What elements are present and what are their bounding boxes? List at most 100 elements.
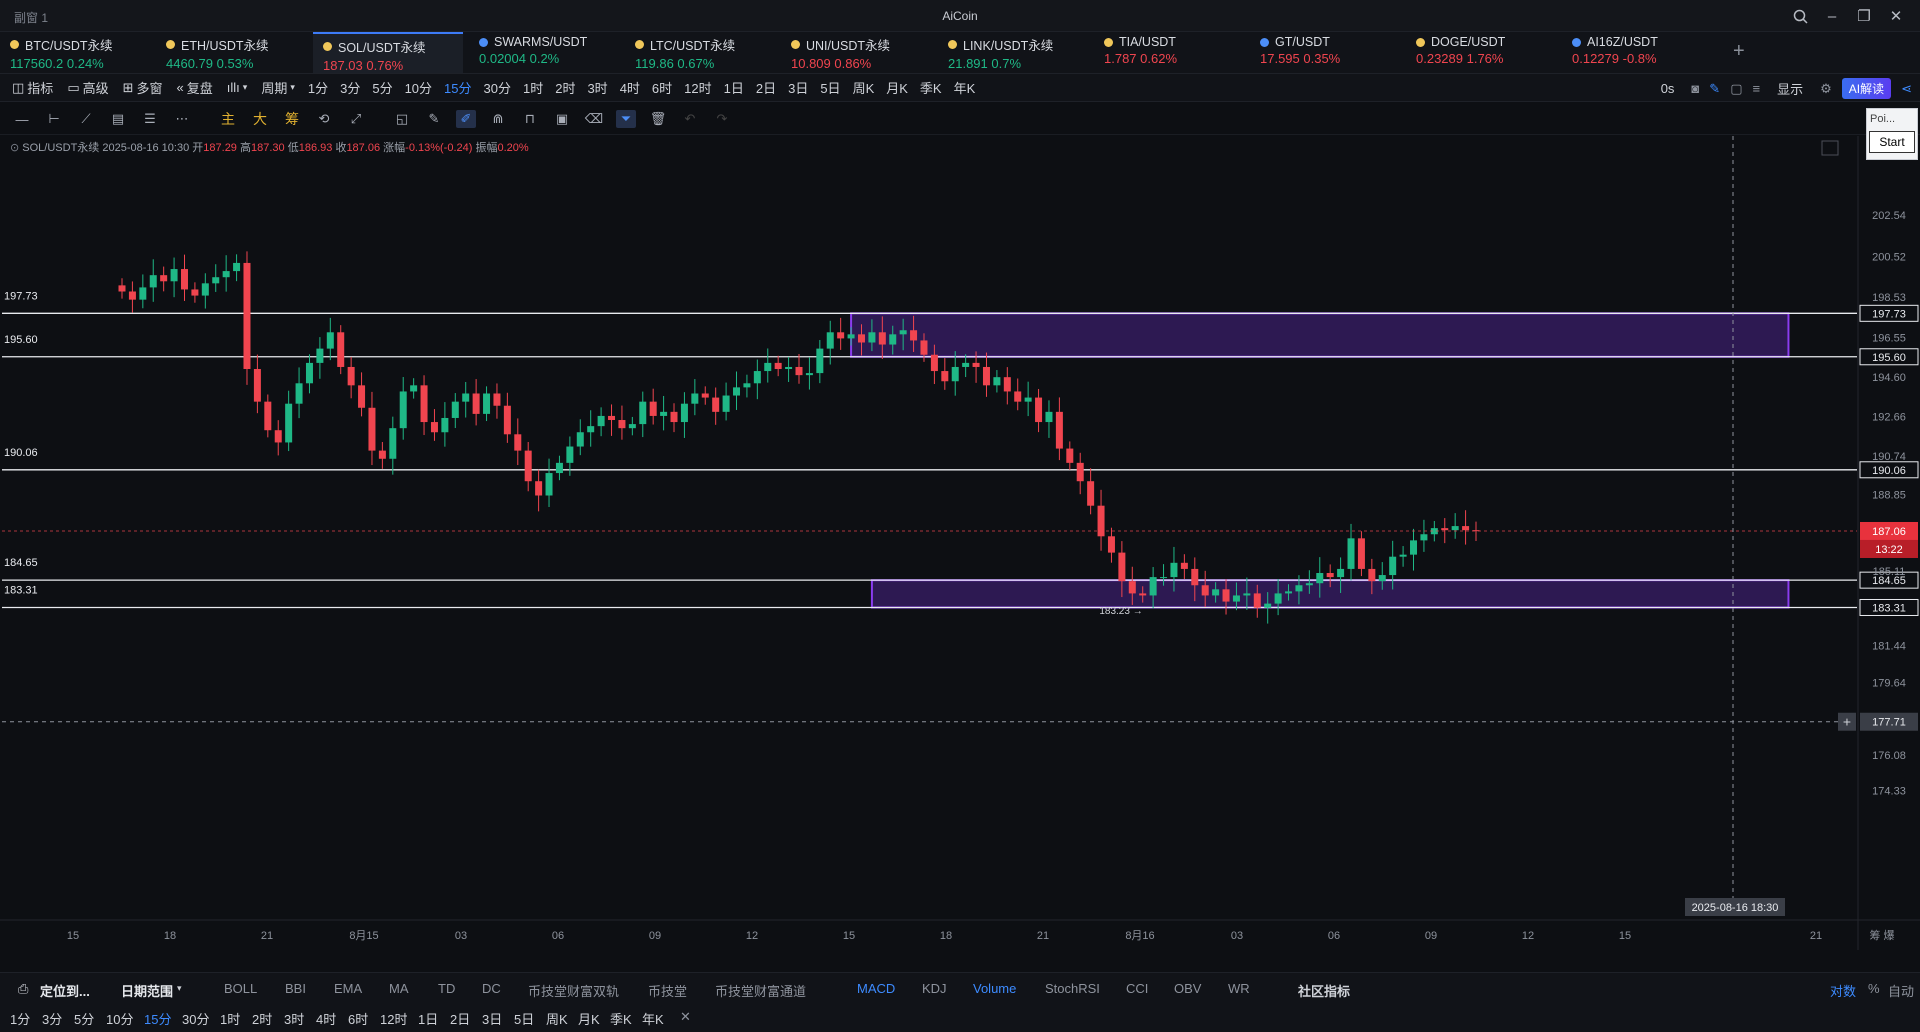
interval-6[interactable]: 1时 bbox=[517, 78, 549, 97]
interval-4[interactable]: 15分 bbox=[438, 78, 477, 97]
layout-icon[interactable]: ▢ bbox=[1730, 81, 1742, 97]
add-tab-icon[interactable]: + bbox=[1733, 40, 1745, 63]
interval-3[interactable]: 10分 bbox=[399, 78, 438, 97]
indicator-3[interactable]: MA bbox=[389, 981, 409, 996]
interval-11[interactable]: 12时 bbox=[678, 78, 717, 97]
scale-option-2[interactable]: 自动 bbox=[1888, 981, 1914, 1000]
ticker-tab[interactable]: SOL/USDT永续 187.03 0.76% bbox=[313, 32, 463, 73]
ticker-tab[interactable]: GT/USDT 17.595 0.35% bbox=[1250, 32, 1400, 73]
horizontal-line-icon[interactable]: — bbox=[12, 110, 32, 128]
interval-12[interactable]: 1日 bbox=[718, 78, 750, 97]
bottom-interval-4[interactable]: 15分 bbox=[144, 1009, 171, 1028]
bottom-interval-15[interactable]: 5日 bbox=[514, 1009, 534, 1028]
bottom-interval-3[interactable]: 10分 bbox=[106, 1009, 133, 1028]
interval-1[interactable]: 3分 bbox=[334, 78, 366, 97]
indicator-8[interactable]: 币技堂财富通道 bbox=[715, 981, 806, 1000]
sub-indicator-1[interactable]: KDJ bbox=[922, 981, 947, 996]
magnet-icon[interactable]: ⋒ bbox=[488, 110, 508, 128]
indicator-5[interactable]: DC bbox=[482, 981, 501, 996]
close-icon[interactable]: ✕ bbox=[1880, 4, 1912, 28]
chip-icon[interactable]: 筹 bbox=[282, 110, 302, 128]
interval-0[interactable]: 1分 bbox=[302, 78, 334, 97]
trash-icon[interactable]: 🗑 bbox=[648, 110, 668, 128]
delay-label[interactable]: 0s bbox=[1654, 81, 1682, 96]
sub-indicator-0[interactable]: MACD bbox=[857, 981, 895, 996]
bottom-interval-2[interactable]: 5分 bbox=[74, 1009, 94, 1028]
trend-line-icon[interactable]: ⟋ bbox=[76, 110, 96, 128]
bottom-interval-16[interactable]: 周K bbox=[546, 1009, 568, 1028]
bottom-interval-8[interactable]: 3时 bbox=[284, 1009, 304, 1028]
sub-indicator-6[interactable]: WR bbox=[1228, 981, 1250, 996]
fib-lines-icon[interactable]: ☰ bbox=[140, 110, 160, 128]
minimize-icon[interactable]: – bbox=[1816, 4, 1848, 28]
interval-16[interactable]: 周K bbox=[847, 78, 881, 97]
locate-button[interactable]: 定位到... bbox=[40, 981, 90, 1000]
undo-icon[interactable]: ↶ bbox=[680, 110, 700, 128]
horizontal-ray-icon[interactable]: ⊢ bbox=[44, 110, 64, 128]
ai-interpret-button[interactable]: AI解读 bbox=[1841, 78, 1892, 99]
list-icon[interactable]: ≡ bbox=[1752, 81, 1760, 96]
indicator-6[interactable]: 币技堂财富双轨 bbox=[528, 981, 619, 1000]
sub-indicator-5[interactable]: OBV bbox=[1174, 981, 1201, 996]
bottom-interval-11[interactable]: 12时 bbox=[380, 1009, 407, 1028]
interval-8[interactable]: 3时 bbox=[581, 78, 613, 97]
restore-icon[interactable]: ❐ bbox=[1848, 4, 1880, 28]
lock-icon[interactable]: ⊓ bbox=[520, 110, 540, 128]
sub-indicator-3[interactable]: StochRSI bbox=[1045, 981, 1100, 996]
indicator-0[interactable]: BOLL bbox=[224, 981, 257, 996]
collapse-icon[interactable]: ⊙ bbox=[10, 142, 19, 154]
interval-18[interactable]: 季K bbox=[914, 78, 948, 97]
channel-icon[interactable]: ▤ bbox=[108, 110, 128, 128]
sub-indicator-4[interactable]: CCI bbox=[1126, 981, 1148, 996]
indicator-button[interactable]: ◫ 指标 bbox=[0, 78, 60, 97]
bottom-interval-7[interactable]: 2时 bbox=[252, 1009, 272, 1028]
ticker-tab[interactable]: TIA/USDT 1.787 0.62% bbox=[1094, 32, 1244, 73]
share-icon[interactable]: ⋖ bbox=[1901, 81, 1912, 97]
bottom-interval-10[interactable]: 6时 bbox=[348, 1009, 368, 1028]
bottom-interval-14[interactable]: 3日 bbox=[482, 1009, 502, 1028]
interval-15[interactable]: 5日 bbox=[814, 78, 846, 97]
indicator-2[interactable]: EMA bbox=[334, 981, 362, 996]
brush-icon[interactable]: ✐ bbox=[456, 110, 476, 128]
interval-13[interactable]: 2日 bbox=[750, 78, 782, 97]
period-dropdown[interactable]: 周期 ▾ bbox=[254, 78, 302, 97]
indicator-1[interactable]: BBI bbox=[285, 981, 306, 996]
rectangle-icon[interactable]: ◱ bbox=[392, 110, 412, 128]
display-button[interactable]: 显示 bbox=[1770, 79, 1810, 98]
bottom-interval-9[interactable]: 4时 bbox=[316, 1009, 336, 1028]
price-chart[interactable]: 197.73 197.73 195.60 195.60 190.06 190.06 184.… bbox=[0, 136, 1920, 950]
sub-indicator-7[interactable]: 社区指标 bbox=[1298, 981, 1350, 1000]
bottom-interval-19[interactable]: 年K bbox=[642, 1009, 664, 1028]
candlestick-chart-svg[interactable]: 197.73 197.73 195.60 195.60 190.06 190.06 184.… bbox=[0, 136, 1920, 950]
big-order-icon[interactable]: 大 bbox=[250, 110, 270, 128]
chart-type-button[interactable]: ıllı ▾ bbox=[220, 80, 255, 95]
scale-option-0[interactable]: 对数 bbox=[1830, 981, 1856, 1000]
pen-icon[interactable]: ✎ bbox=[424, 110, 444, 128]
locate-icon[interactable]: ⎙ bbox=[18, 981, 28, 997]
settings-icon[interactable]: ⚙ bbox=[1820, 81, 1832, 97]
replay-tool-icon[interactable]: ⟲ bbox=[314, 110, 334, 128]
bottom-interval-13[interactable]: 2日 bbox=[450, 1009, 470, 1028]
interval-19[interactable]: 年K bbox=[948, 78, 982, 97]
bottom-interval-17[interactable]: 月K bbox=[578, 1009, 600, 1028]
interval-17[interactable]: 月K bbox=[880, 78, 914, 97]
multi-window-button[interactable]: ⊞ 多窗 bbox=[116, 78, 170, 97]
interval-10[interactable]: 6时 bbox=[646, 78, 678, 97]
sub-indicator-2[interactable]: Volume bbox=[973, 981, 1016, 996]
bottom-interval-5[interactable]: 30分 bbox=[182, 1009, 209, 1028]
filter-icon[interactable]: ⏷ bbox=[616, 110, 636, 128]
replay-button[interactable]: «复盘 bbox=[170, 78, 220, 97]
search-icon[interactable] bbox=[1784, 4, 1816, 28]
ticker-tab[interactable]: LTC/USDT永续 119.86 0.67% bbox=[625, 32, 775, 73]
ticker-tab[interactable]: AI16Z/USDT 0.12279 -0.8% bbox=[1562, 32, 1712, 73]
bottom-interval-1[interactable]: 3分 bbox=[42, 1009, 62, 1028]
interval-2[interactable]: 5分 bbox=[366, 78, 398, 97]
pencil-icon[interactable]: ✎ bbox=[1709, 81, 1720, 97]
ticker-tab[interactable]: LINK/USDT永续 21.891 0.7% bbox=[938, 32, 1088, 73]
interval-5[interactable]: 30分 bbox=[478, 78, 517, 97]
more-icon[interactable]: ⋯ bbox=[172, 110, 192, 128]
camera-icon[interactable]: ◙ bbox=[1691, 81, 1699, 96]
ticker-tab[interactable]: UNI/USDT永续 10.809 0.86% bbox=[781, 32, 931, 73]
redo-icon[interactable]: ↷ bbox=[712, 110, 732, 128]
ticker-tab[interactable]: BTC/USDT永续 117560.2 0.24% bbox=[0, 32, 150, 73]
